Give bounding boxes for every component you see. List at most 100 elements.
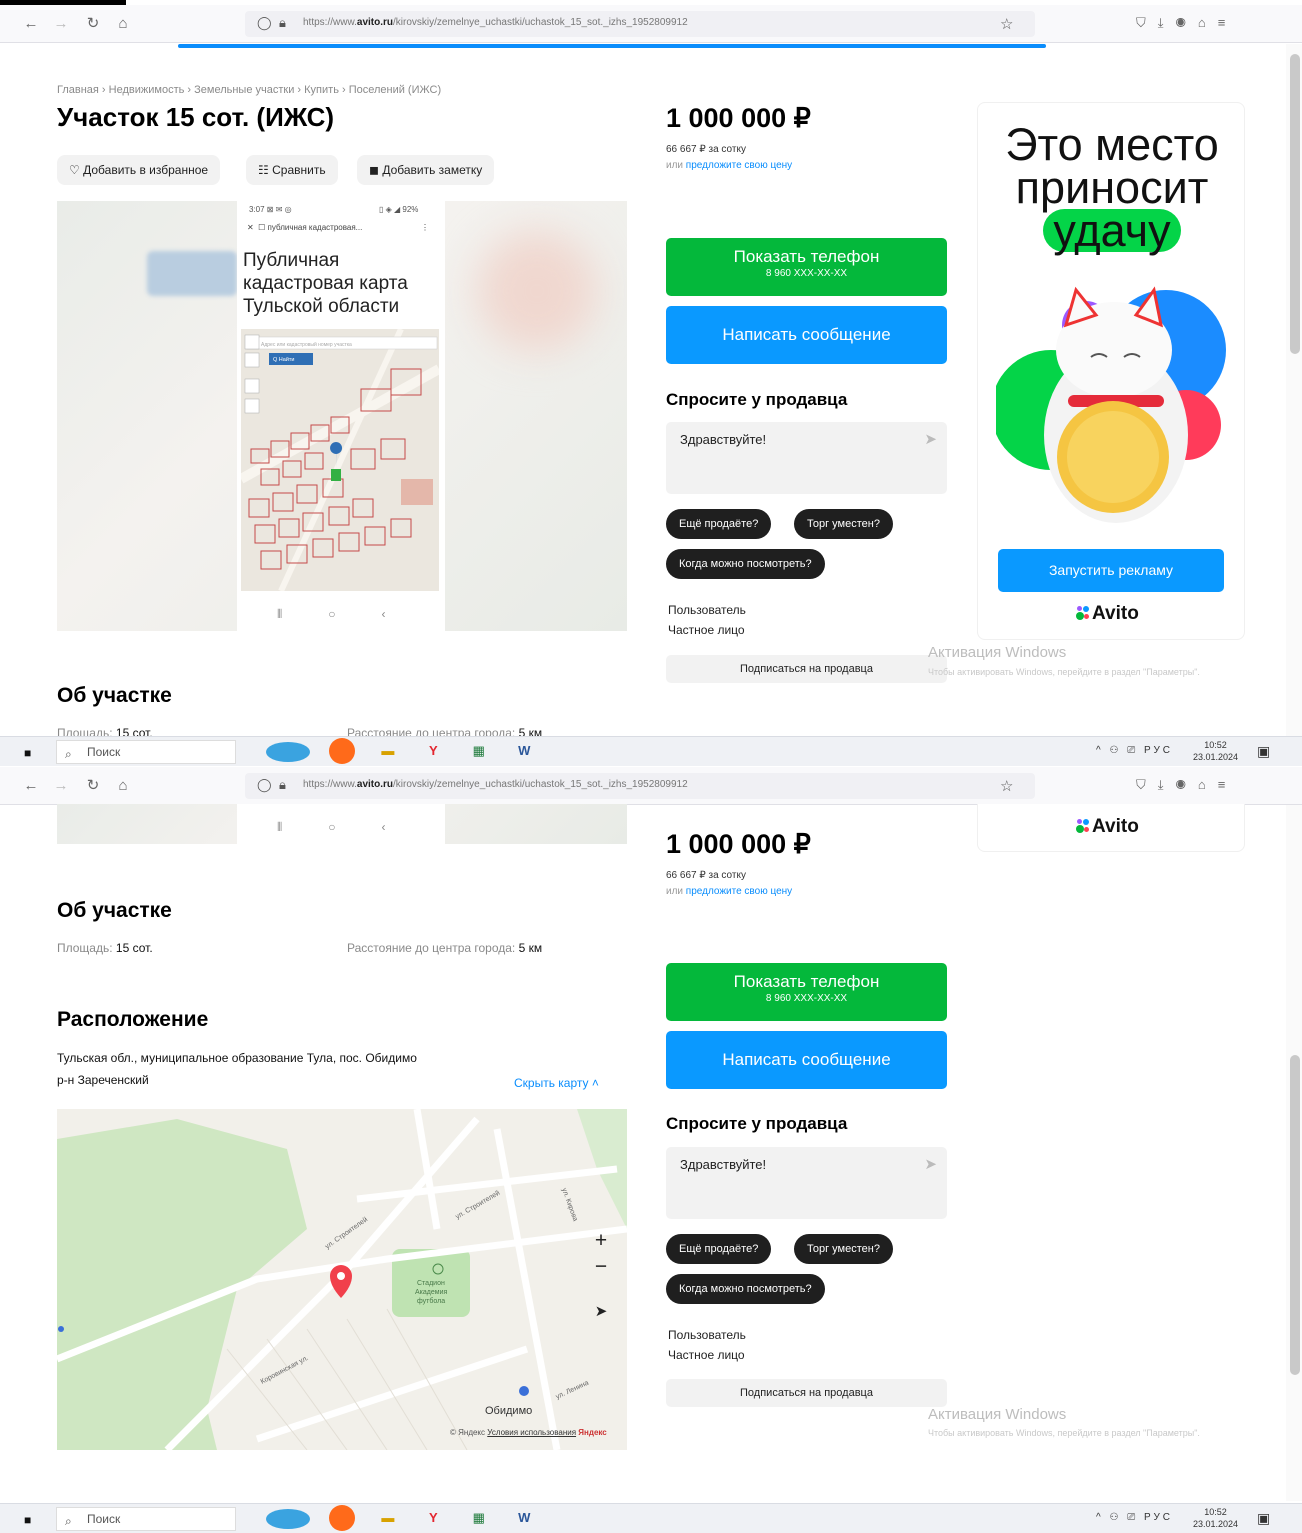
avito-logo[interactable]: Avito xyxy=(1076,816,1139,838)
map-terms-link[interactable]: Условия использования xyxy=(487,1428,576,1437)
system-tray[interactable]: ^ ⚇ ⎚ РУС xyxy=(1096,1512,1173,1523)
compare-button[interactable]: ☷ Сравнить xyxy=(246,155,338,185)
offer-price-link[interactable]: предложите свою цену xyxy=(686,160,792,171)
map-place-label: Академия xyxy=(415,1289,447,1296)
seller-name[interactable]: Пользователь xyxy=(668,1325,746,1345)
shield-icon[interactable]: ◯ xyxy=(257,777,272,793)
heart-icon: ♡ xyxy=(69,163,80,177)
breadcrumb-item[interactable]: Недвижимость xyxy=(109,84,185,96)
yandex-browser-icon[interactable]: Y xyxy=(420,1505,446,1531)
breadcrumb-item[interactable]: Земельные участки xyxy=(194,84,294,96)
forward-icon[interactable]: → xyxy=(50,13,72,35)
yandex-browser-icon[interactable]: Y xyxy=(420,738,446,764)
shield-icon[interactable]: ◯ xyxy=(257,15,272,31)
breadcrumb-item[interactable]: Поселений (ИЖС) xyxy=(349,84,441,96)
back-icon[interactable]: ← xyxy=(20,13,42,35)
listing-photo[interactable]: ⦀○‹ xyxy=(57,804,627,844)
favorite-label: Добавить в избранное xyxy=(83,163,209,177)
scrollbar-thumb[interactable] xyxy=(1290,54,1300,354)
bookmark-star-icon[interactable]: ☆ xyxy=(1000,15,1013,33)
file-explorer-icon[interactable]: ▬ xyxy=(375,1505,401,1531)
taskbar-clock[interactable]: 10:52 23.01.2024 xyxy=(1193,739,1238,763)
windows-start-icon[interactable]: ■ xyxy=(24,746,31,760)
windows-activation-title: Активация Windows xyxy=(928,644,1067,661)
geolocation-icon[interactable]: ➤ xyxy=(586,1299,616,1325)
scrollbar-thumb[interactable] xyxy=(1290,1055,1300,1375)
home-icon[interactable]: ⌂ xyxy=(112,13,134,35)
phone-nav-bar: ⦀○‹ xyxy=(277,607,432,621)
address-bar[interactable]: ◯ 🔒︎ https://www.avito.ru/kirovskiy/zeme… xyxy=(245,11,1035,37)
ask-seller-input[interactable]: Здравствуйте! ➤ xyxy=(666,1147,947,1219)
home-icon[interactable]: ⌂ xyxy=(112,775,134,797)
subscribe-seller-button[interactable]: Подписаться на продавца xyxy=(666,1379,947,1407)
scrollbar[interactable] xyxy=(1286,805,1302,1501)
notifications-icon[interactable]: ▣ xyxy=(1257,1510,1270,1527)
forward-icon[interactable]: → xyxy=(50,775,72,797)
system-tray[interactable]: ^ ⚇ ⎚ РУС xyxy=(1096,745,1173,756)
language-indicator[interactable]: РУС xyxy=(1144,1512,1173,1523)
map-place-label: Стадион xyxy=(417,1280,445,1287)
chip-when-view[interactable]: Когда можно посмотреть? xyxy=(666,1274,825,1304)
lucky-cat-illustration xyxy=(996,286,1226,523)
excel-app-icon[interactable]: ▦ xyxy=(466,1505,492,1531)
offer-price-link[interactable]: предложите свою цену xyxy=(686,886,792,897)
show-phone-button[interactable]: Показать телефон 8 960 XXX-XX-XX xyxy=(666,238,947,296)
language-indicator[interactable]: РУС xyxy=(1144,745,1173,756)
seller-name[interactable]: Пользователь xyxy=(668,600,746,620)
back-icon[interactable]: ← xyxy=(20,775,42,797)
breadcrumb-item[interactable]: Купить xyxy=(304,84,339,96)
seller-info[interactable]: Пользователь Частное лицо xyxy=(668,1325,746,1365)
zoom-out-button[interactable]: − xyxy=(586,1254,616,1280)
windows-start-icon[interactable]: ■ xyxy=(24,1513,31,1527)
excel-app-icon[interactable]: ▦ xyxy=(466,738,492,764)
word-app-icon[interactable]: W xyxy=(511,1505,537,1531)
edge-app-icon[interactable] xyxy=(266,1509,310,1529)
bookmark-star-icon[interactable]: ☆ xyxy=(1000,777,1013,795)
toolbar-extension-icons[interactable]: ⛉⤓◉⌂≡ xyxy=(1136,15,1237,31)
location-map[interactable]: ул. Строителей ул. Строителей Коровинска… xyxy=(57,1109,627,1450)
notifications-icon[interactable]: ▣ xyxy=(1257,743,1270,760)
add-to-favorites-button[interactable]: ♡ Добавить в избранное xyxy=(57,155,221,185)
toolbar-extension-icons[interactable]: ⛉⤓◉⌂≡ xyxy=(1136,777,1237,793)
reload-icon[interactable]: ↻ xyxy=(82,775,104,797)
avito-logo[interactable]: Avito xyxy=(1076,603,1139,625)
send-icon[interactable]: ➤ xyxy=(924,1155,937,1173)
windows-taskbar: ■ ⌕ Поиск ▬ Y ▦ W ^ ⚇ ⎚ РУС 10:52 23.01.20… xyxy=(0,736,1302,766)
launch-ad-button[interactable]: Запустить рекламу xyxy=(998,549,1224,592)
send-icon[interactable]: ➤ xyxy=(924,430,937,448)
compare-label: Сравнить xyxy=(272,163,326,177)
scrollbar[interactable] xyxy=(1286,44,1302,736)
listing-photo[interactable]: 3:07 ⊠ ✉ ◎ ▯ ◈ ◢ 92% ✕ ☐ публичная кадаст… xyxy=(57,201,627,631)
word-app-icon[interactable]: W xyxy=(511,738,537,764)
file-explorer-icon[interactable]: ▬ xyxy=(375,738,401,764)
taskbar-search[interactable]: ⌕ Поиск xyxy=(56,1507,236,1531)
firefox-app-icon[interactable] xyxy=(329,738,356,764)
add-note-button[interactable]: ◼ Добавить заметку xyxy=(357,155,495,185)
edge-app-icon[interactable] xyxy=(266,742,310,762)
lock-icon[interactable]: 🔒︎ xyxy=(279,777,286,793)
taskbar-clock[interactable]: 10:52 23.01.2024 xyxy=(1193,1506,1238,1530)
seller-info[interactable]: Пользователь Частное лицо xyxy=(668,600,746,640)
chip-when-view[interactable]: Когда можно посмотреть? xyxy=(666,549,825,579)
taskbar-search[interactable]: ⌕ Поиск xyxy=(56,740,236,764)
write-message-button[interactable]: Написать сообщение xyxy=(666,306,947,364)
chip-bargain[interactable]: Торг уместен? xyxy=(794,509,893,539)
ask-seller-input[interactable]: Здравствуйте! ➤ xyxy=(666,422,947,494)
write-message-button[interactable]: Написать сообщение xyxy=(666,1031,947,1089)
subscribe-seller-button[interactable]: Подписаться на продавца xyxy=(666,655,947,683)
chip-still-selling[interactable]: Ещё продаёте? xyxy=(666,1234,772,1264)
lock-icon[interactable]: 🔒︎ xyxy=(279,15,286,31)
address-bar[interactable]: ◯ 🔒︎ https://www.avito.ru/kirovskiy/zeme… xyxy=(245,773,1035,799)
show-phone-button[interactable]: Показать телефон 8 960 XXX-XX-XX xyxy=(666,963,947,1021)
advertisement-banner[interactable]: Avito xyxy=(977,804,1245,852)
url-text: https://www.avito.ru/kirovskiy/zemelnye_… xyxy=(303,17,688,28)
firefox-app-icon[interactable] xyxy=(329,1505,356,1531)
reload-icon[interactable]: ↻ xyxy=(82,13,104,35)
chip-bargain[interactable]: Торг уместен? xyxy=(794,1234,893,1264)
zoom-in-button[interactable]: + xyxy=(586,1228,616,1254)
chip-still-selling[interactable]: Ещё продаёте? xyxy=(666,509,772,539)
hide-map-link[interactable]: Скрыть карту ˄ xyxy=(514,1076,599,1090)
breadcrumb-item[interactable]: Главная xyxy=(57,84,99,96)
advertisement-banner[interactable]: Это место приносит удачу Запустить рекла… xyxy=(977,102,1245,640)
price-per-sotka: 66 667 ₽ за сотку xyxy=(666,144,746,155)
